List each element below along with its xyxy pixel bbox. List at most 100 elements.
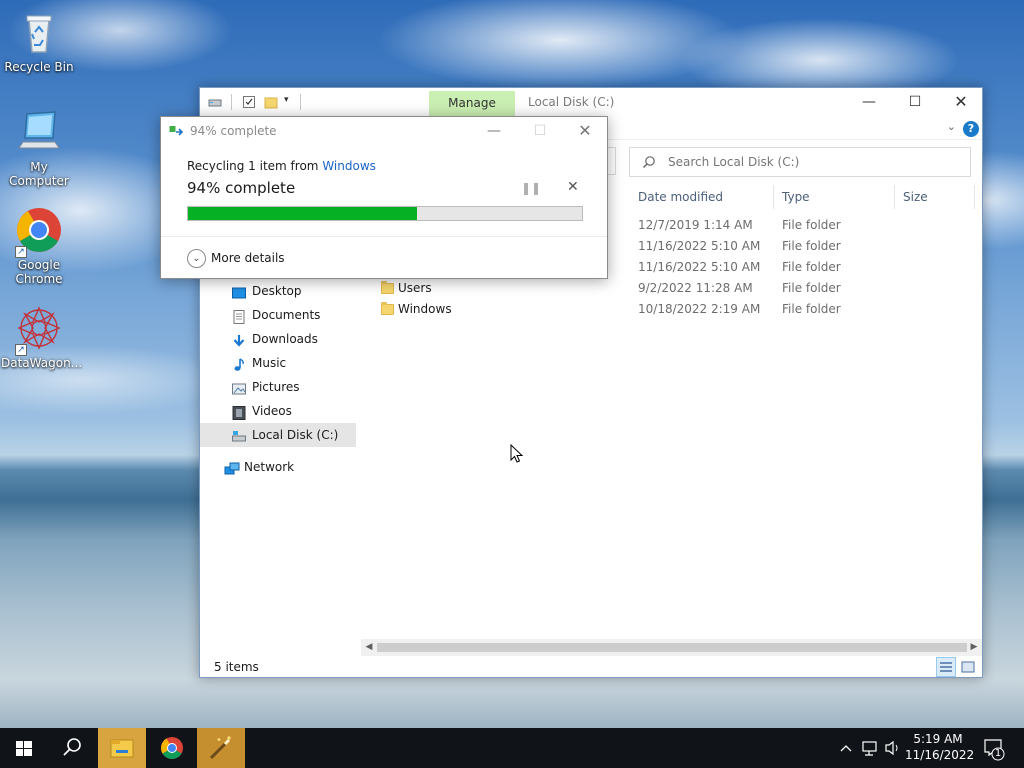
dialog-divider (161, 236, 607, 237)
large-icons-view-button[interactable] (958, 657, 978, 677)
computer-icon (15, 108, 63, 156)
explorer-titlebar: ▾ Manage Local Disk (C:) — ☐ ✕ (200, 88, 982, 116)
pictures-icon (232, 380, 246, 395)
search-icon (63, 738, 81, 756)
mouse-cursor-icon (510, 443, 524, 464)
search-box[interactable] (629, 147, 971, 177)
chrome-icon (161, 737, 183, 759)
row-type: File folder (782, 260, 841, 274)
properties-icon[interactable] (242, 95, 256, 109)
recycle-progress-dialog: 94% complete — ☐ ✕ Recycling 1 item from… (160, 116, 608, 279)
row-type: File folder (782, 239, 841, 253)
action-center-button[interactable]: 1 (980, 728, 1016, 768)
row-type: File folder (782, 302, 841, 316)
minimize-button[interactable]: — (846, 88, 892, 116)
nav-item-desktop[interactable]: Desktop (200, 279, 356, 303)
start-button[interactable] (0, 728, 48, 768)
window-title: Local Disk (C:) (528, 95, 615, 109)
shortcut-arrow-icon: ↗ (15, 246, 27, 258)
scrollbar-thumb[interactable] (377, 643, 967, 652)
dialog-maximize-button: ☐ (533, 123, 547, 139)
large-icons-view-icon (961, 661, 975, 673)
nav-item-music[interactable]: Music (200, 351, 356, 375)
row-date: 9/2/2022 11:28 AM (638, 281, 753, 295)
progress-bar (187, 206, 583, 221)
taskbar-google-chrome[interactable] (148, 728, 196, 768)
progress-bar-fill (188, 207, 417, 220)
expand-ribbon-icon[interactable]: ⌄ (947, 120, 956, 133)
nav-label: Documents (252, 308, 321, 322)
taskbar-file-explorer[interactable] (98, 728, 146, 768)
details-view-button[interactable] (936, 657, 956, 677)
file-explorer-icon (110, 739, 134, 758)
row-date: 11/16/2022 5:10 AM (638, 239, 761, 253)
row-name: Users (398, 281, 432, 295)
dialog-minimize-button[interactable]: — (471, 117, 517, 145)
clock-time: 5:19 AM (913, 732, 963, 746)
manage-tab[interactable]: Manage (429, 91, 515, 116)
scroll-right-icon[interactable]: ▶ (966, 639, 982, 656)
folder-icon (381, 281, 394, 294)
nav-item-network[interactable]: Network (200, 455, 356, 479)
drive-icon (232, 428, 246, 442)
taskbar-clock[interactable]: 5:19 AM 11/16/2022 (905, 731, 975, 763)
row-type: File folder (782, 218, 841, 232)
desktop-icon-recycle-bin[interactable]: Recycle Bin (1, 8, 77, 74)
titlebar-divider (300, 94, 301, 110)
drive-icon (208, 95, 222, 109)
help-icon[interactable]: ? (963, 121, 979, 137)
dialog-close-button[interactable]: ✕ (562, 117, 608, 145)
row-date: 11/16/2022 5:10 AM (638, 260, 761, 274)
system-tray (838, 728, 902, 768)
magic-wand-icon (209, 736, 231, 760)
recycling-prefix: Recycling 1 item from (187, 159, 323, 173)
taskbar-magic-wand-app[interactable] (197, 728, 245, 768)
nav-item-downloads[interactable]: Downloads (200, 327, 356, 351)
nav-label: Downloads (252, 332, 318, 346)
chrome-icon: ↗ (15, 206, 63, 258)
nav-label: Pictures (252, 380, 300, 394)
show-hidden-icons-icon (840, 745, 852, 752)
desktop-icon-label: My Computer (9, 160, 69, 188)
dialog-titlebar: 94% complete — ☐ ✕ (161, 117, 607, 145)
horizontal-scrollbar[interactable]: ◀ ▶ (361, 639, 982, 656)
source-location-link[interactable]: Windows (322, 159, 376, 173)
column-header-size[interactable]: Size (895, 185, 975, 209)
nav-item-documents[interactable]: Documents (200, 303, 356, 327)
clock-date: 11/16/2022 (905, 748, 975, 762)
pause-icon[interactable]: ❚❚ (521, 181, 541, 195)
nav-label: Network (244, 460, 295, 474)
desktop-icon-google-chrome[interactable]: ↗ Google Chrome (1, 206, 77, 286)
search-input[interactable] (668, 153, 958, 171)
nav-item-pictures[interactable]: Pictures (200, 375, 356, 399)
nav-item-videos[interactable]: Videos (200, 399, 356, 423)
network-icon (224, 460, 240, 475)
nav-label: Music (252, 356, 287, 370)
download-arrow-icon (232, 332, 246, 347)
column-header-date-modified[interactable]: Date modified (630, 185, 774, 209)
search-icon (642, 155, 656, 169)
scroll-left-icon[interactable]: ◀ (361, 639, 377, 656)
desktop-icon-datawagon[interactable]: ↗ DataWagon... (1, 304, 82, 370)
close-button[interactable]: ✕ (938, 88, 984, 116)
status-item-count: 5 items (214, 660, 259, 674)
customize-toolbar-icon[interactable]: ▾ (284, 95, 298, 109)
film-icon (232, 404, 246, 420)
desktop-icon-my-computer[interactable]: My Computer (1, 108, 77, 188)
desktop-icon-label: Recycle Bin (4, 60, 74, 74)
recycle-bin-icon (15, 8, 63, 56)
row-type: File folder (782, 281, 841, 295)
search-taskbar-button[interactable] (48, 728, 96, 768)
desktop-folder-icon (232, 284, 246, 299)
cancel-icon[interactable]: ✕ (567, 179, 579, 195)
row-date: 12/7/2019 1:14 AM (638, 218, 753, 232)
row-date: 10/18/2022 2:19 AM (638, 302, 761, 316)
nav-item-local-disk[interactable]: Local Disk (C:) (200, 423, 356, 447)
maximize-button[interactable]: ☐ (892, 88, 938, 116)
column-header-type[interactable]: Type (774, 185, 895, 209)
new-folder-icon[interactable] (264, 95, 278, 109)
shortcut-arrow-icon: ↗ (15, 344, 27, 356)
documents-icon (232, 308, 246, 324)
music-note-icon (232, 356, 246, 371)
volume-icon (885, 740, 898, 756)
